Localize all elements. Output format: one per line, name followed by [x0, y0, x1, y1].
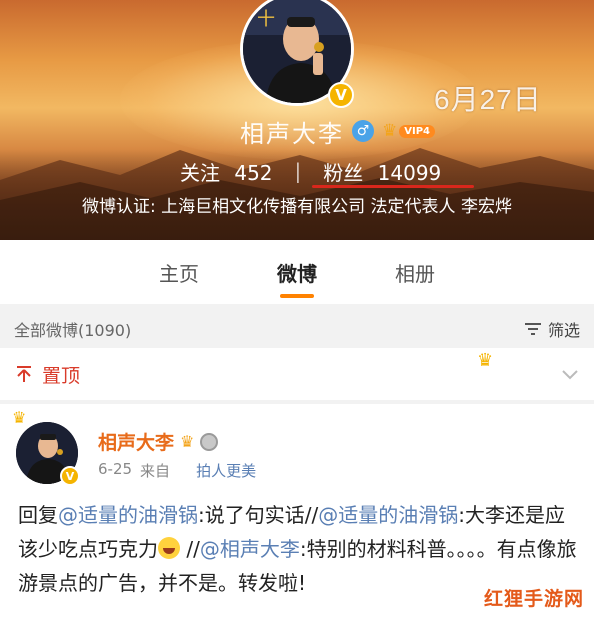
mention-link[interactable]: @适量的油滑锅	[318, 503, 458, 527]
tab-home-label: 主页	[159, 261, 199, 286]
profile-banner: 十 V 6月27日 相声大李 ♂ ♛ VIP4 关注 452 | 粉丝 1409…	[0, 0, 594, 240]
mention-link[interactable]: @相声大李	[200, 537, 300, 561]
male-icon: ♂	[352, 120, 374, 142]
crown-icon: ♛	[382, 121, 398, 141]
crown-icon: ♛	[12, 408, 27, 427]
fans-count: 14099	[377, 160, 442, 185]
follow-count: 452	[234, 160, 273, 185]
post-source-prefix: 来自	[140, 462, 171, 480]
pinned-label: 置顶	[42, 364, 81, 387]
tab-weibo[interactable]: 微博	[238, 240, 356, 304]
fans-stat[interactable]: 粉丝 14099	[323, 157, 441, 186]
profile-name: 相声大李	[240, 119, 344, 148]
active-tab-indicator	[280, 294, 314, 298]
tab-weibo-label: 微博	[277, 261, 317, 286]
site-watermark: 红狸手游网	[484, 588, 585, 610]
fans-highlight-underline	[312, 185, 474, 188]
stat-divider: |	[294, 159, 302, 183]
date-stamp: 6月27日	[434, 84, 542, 115]
tab-album[interactable]: 相册	[356, 240, 474, 304]
verified-v-icon: V	[60, 466, 80, 486]
filter-label: 筛选	[547, 321, 580, 340]
post-text-segment: //	[180, 537, 200, 561]
svg-text:十: 十	[257, 9, 275, 30]
post-author-row: 相声大李 ♛	[98, 428, 219, 455]
chevron-down-icon[interactable]	[560, 367, 580, 381]
post-source-device[interactable]: 拍人更美	[196, 460, 256, 481]
laugh-emoji-icon	[158, 537, 180, 559]
weibo-profile-screen: 十 V 6月27日 相声大李 ♂ ♛ VIP4 关注 452 | 粉丝 1409…	[0, 0, 594, 618]
pinned-section[interactable]: 置顶	[0, 348, 594, 400]
mention-link[interactable]: @适量的油滑锅	[58, 503, 198, 527]
stats-row: 关注 452 | 粉丝 14099	[180, 156, 441, 186]
profile-tabs: 主页 微博 相册	[0, 240, 594, 304]
post-text-segment: :说了句实话//	[198, 503, 319, 527]
reply-prefix: 回复	[18, 503, 58, 527]
all-weibo-count: 全部微博(1090)	[14, 321, 132, 340]
filter-button[interactable]: 筛选	[523, 317, 580, 341]
section-divider	[0, 304, 594, 312]
pin-icon	[17, 366, 31, 382]
filter-bar: 全部微博(1090) 筛选	[0, 312, 594, 346]
vip-badge[interactable]: ♛ VIP4	[382, 121, 435, 141]
follow-stat[interactable]: 关注 452	[180, 157, 273, 186]
crown-icon: ♛	[477, 350, 494, 371]
medal-icon	[200, 432, 219, 451]
crown-icon: ♛	[180, 432, 195, 451]
post-author-name[interactable]: 相声大李	[98, 428, 174, 455]
verification-text: 微博认证: 上海巨相文化传播有限公司 法定代表人 李宏烨	[82, 197, 512, 217]
vip-level-label: VIP4	[399, 124, 435, 138]
tab-home[interactable]: 主页	[120, 240, 238, 304]
tab-album-label: 相册	[395, 261, 435, 286]
post-meta: 6-25 来自 拍人更美	[98, 460, 256, 481]
fans-label: 粉丝	[323, 160, 364, 185]
post-time: 6-25	[98, 460, 133, 478]
filter-icon	[524, 323, 541, 335]
pinned-label-group: 置顶	[14, 361, 80, 388]
verified-v-icon: V	[328, 82, 354, 108]
profile-name-row: 相声大李 ♂ ♛ VIP4	[240, 116, 435, 148]
follow-label: 关注	[180, 160, 220, 185]
